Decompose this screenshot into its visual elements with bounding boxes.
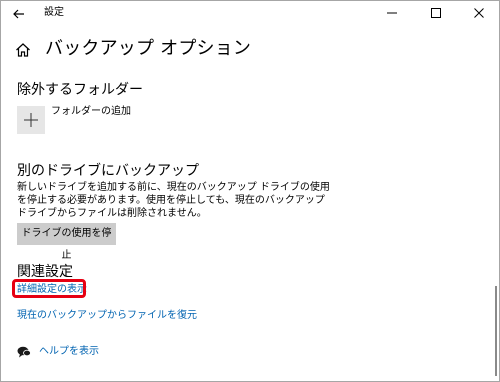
help-chat-icon <box>17 346 31 358</box>
app-title: 設定 <box>44 7 64 18</box>
highlight-frame <box>12 279 86 298</box>
other-drive-heading: 別のドライブにバックアップ <box>17 163 199 179</box>
add-folder-label[interactable]: フォルダーの追加 <box>51 106 131 118</box>
settings-window: 設定 バックアップ オプション 除外するフォルダー フォルダーの追加 別のドライ <box>0 0 500 382</box>
page-title: バックアップ オプション <box>45 38 252 59</box>
close-icon <box>474 8 484 18</box>
maximize-button[interactable] <box>418 1 454 25</box>
close-button[interactable] <box>461 1 497 25</box>
help-label: ヘルプを表示 <box>39 346 99 357</box>
plus-icon <box>24 113 38 127</box>
exclude-folders-heading: 除外するフォルダー <box>17 82 143 98</box>
restore-files-link[interactable]: 現在のバックアップからファイルを復元 <box>17 310 197 322</box>
back-button[interactable] <box>9 4 29 24</box>
minimize-icon <box>387 12 397 14</box>
maximize-icon <box>431 8 441 18</box>
minimize-button[interactable] <box>374 1 410 25</box>
add-folder-button[interactable] <box>17 106 45 134</box>
stop-drive-button[interactable]: ドライブの使用を停止 <box>17 223 116 261</box>
back-arrow-icon <box>13 9 24 19</box>
scrollbar[interactable] <box>495 286 497 376</box>
title-bar: 設定 <box>1 1 499 27</box>
other-drive-description: 新しいドライブを追加する前に、現在のバックアップ ドライブの使用を停止する必要が… <box>17 182 330 219</box>
home-icon <box>16 43 30 57</box>
page-header <box>15 37 31 63</box>
help-link-row[interactable]: ヘルプを表示 <box>17 346 99 358</box>
